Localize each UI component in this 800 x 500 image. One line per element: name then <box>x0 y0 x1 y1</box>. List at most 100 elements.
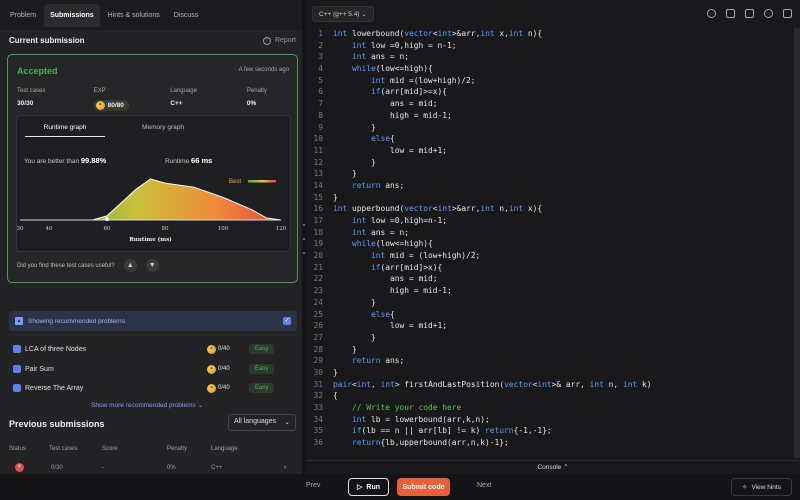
problem-name[interactable]: LCA of three Nodes <box>25 346 207 353</box>
code-line[interactable]: 10 else{ <box>306 133 800 145</box>
code-line[interactable]: 11 low = mid+1; <box>306 145 800 157</box>
code-line[interactable]: 15} <box>306 192 800 204</box>
code-line[interactable]: 18 int ans = n; <box>306 227 800 239</box>
code-line[interactable]: 6 if(arr[mid]>=x){ <box>306 86 800 98</box>
code-line[interactable]: 9 } <box>306 122 800 134</box>
code-line[interactable]: 2 int low =0,high = n-1; <box>306 40 800 52</box>
line-number: 29 <box>313 356 323 366</box>
report-button[interactable]: ! Report <box>262 36 296 45</box>
stat-label: EXP <box>93 88 106 94</box>
refresh-icon[interactable] <box>726 9 735 18</box>
problem-name[interactable]: Reverse The Array <box>25 385 207 392</box>
recommended-item[interactable]: Pair Sum ✦ 0/40 Easy <box>13 362 293 376</box>
col-penalty: Penalty <box>167 446 188 452</box>
prev-button[interactable]: Prev <box>306 482 320 489</box>
code-line[interactable]: 7 ans = mid; <box>306 98 800 110</box>
code-line[interactable]: 34 int lb = lowerbound(arr,k,n); <box>306 414 800 426</box>
code-line[interactable]: 14 return ans; <box>306 180 800 192</box>
code-line[interactable]: 4 while(low<=high){ <box>306 63 800 75</box>
timer-icon[interactable] <box>707 9 716 18</box>
fullscreen-icon[interactable] <box>783 9 792 18</box>
editor-actions <box>707 9 792 18</box>
code-line[interactable]: 22 ans = mid; <box>306 273 800 285</box>
tab-runtime-graph[interactable]: Runtime graph <box>25 124 105 137</box>
tab-problem[interactable]: Problem <box>4 4 42 27</box>
code-line[interactable]: 33 // Write your code here <box>306 402 800 414</box>
problem-score: ✦ 0/40 <box>207 383 249 393</box>
tab-submissions[interactable]: Submissions <box>44 3 100 27</box>
code-line[interactable]: 5 int mid =(low+high)/2; <box>306 75 800 87</box>
code-line[interactable]: 1 int lowerbound(vector<int>&arr,int x,in… <box>306 28 800 40</box>
code-text: int mid =(low+high)/2; <box>371 75 476 85</box>
code-line[interactable]: 36 return{lb,upperbound(arr,n,k)-1}; <box>306 437 800 449</box>
thumbs-down-icon[interactable]: ▼ <box>145 259 159 272</box>
console-toggle[interactable]: Console ⌃ <box>306 460 800 474</box>
code-line[interactable]: 32 { <box>306 390 800 402</box>
code-line[interactable]: 20 int mid = (low+high)/2; <box>306 250 800 262</box>
run-button[interactable]: ▷ Run <box>348 478 389 496</box>
code-line[interactable]: 16 int upperbound(vector<int>&arr,int n,i… <box>306 203 800 215</box>
difficulty-badge: Easy <box>249 383 275 393</box>
stat-label: Language <box>170 88 197 94</box>
code-line[interactable]: 8 high = mid-1; <box>306 110 800 122</box>
chevron-down-icon: ⌄ <box>284 419 290 426</box>
code-line[interactable]: 13 } <box>306 168 800 180</box>
editor-toolbar: C++ (g++ 5.4) ⌄ <box>306 0 800 28</box>
code-editor[interactable]: 1 int lowerbound(vector<int>&arr,int x,in… <box>306 28 800 460</box>
code-line[interactable]: 35 if(lb == n || arr[lb] != k) return{-1… <box>306 425 800 437</box>
submit-label: Submit code <box>402 483 445 491</box>
recommended-item[interactable]: LCA of three Nodes ✦ 0/40 Easy <box>13 342 293 356</box>
score-value: 0/40 <box>218 346 230 352</box>
difficulty-badge: Easy <box>249 344 275 354</box>
code-line[interactable]: 27 } <box>306 332 800 344</box>
code-line[interactable]: 21 if(arr[mid]>x){ <box>306 262 800 274</box>
tab-memory-graph[interactable]: Memory graph <box>123 124 203 137</box>
chevron-right-icon[interactable]: › <box>284 465 286 471</box>
code-line[interactable]: 3 int ans = n; <box>306 51 800 63</box>
code-text: int ans = n; <box>352 227 410 237</box>
code-line[interactable]: 31 pair<int, int> firstAndLastPosition(ve… <box>306 379 800 391</box>
code-line[interactable]: 19 while(low<=high){ <box>306 238 800 250</box>
tab-hints-solutions[interactable]: Hints & solutions <box>102 4 166 27</box>
code-text: } <box>333 332 376 342</box>
language-filter-select[interactable]: All languages ⌄ <box>228 414 296 431</box>
language-select[interactable]: C++ (g++ 5.4) ⌄ <box>312 6 374 22</box>
code-text: int low =0,high = n-1; <box>352 40 457 50</box>
code-line[interactable]: 30} <box>306 367 800 379</box>
tab-discuss[interactable]: Discuss <box>168 4 205 27</box>
checkbox-icon[interactable]: ✓ <box>283 317 291 325</box>
code-line[interactable]: 24 } <box>306 297 800 309</box>
view-hints-button[interactable]: ✧ View hints <box>731 478 792 496</box>
line-number: 17 <box>313 216 323 225</box>
current-submission-title: Current submission <box>9 36 85 45</box>
recommended-banner[interactable]: ▲ Showing recommended problems ✓ <box>9 311 297 331</box>
problem-name[interactable]: Pair Sum <box>25 366 207 373</box>
submit-button[interactable]: Submit code <box>397 478 450 496</box>
code-text: low = mid+1; <box>333 321 448 331</box>
code-line[interactable]: 29 return ans; <box>306 355 800 367</box>
gear-icon[interactable] <box>764 9 773 18</box>
chevron-down-icon: ⌄ <box>361 11 367 18</box>
line-number: 21 <box>313 262 323 272</box>
recommended-item[interactable]: Reverse The Array ✦ 0/40 Easy <box>13 381 293 395</box>
show-more-recommended[interactable]: Show more recommended problems ⌄ <box>91 401 203 409</box>
line-number: 33 <box>313 403 323 412</box>
x-axis-label: Runtime (ms) <box>129 236 172 243</box>
code-line[interactable]: 17 int low =0,high=n-1; <box>306 215 800 227</box>
graph-tabs: Runtime graph Memory graph <box>25 124 203 137</box>
code-line[interactable]: 23 high = mid-1; <box>306 285 800 297</box>
thumbs-up-icon[interactable]: ▲ <box>123 259 137 272</box>
code-text: ans = mid; <box>333 274 438 284</box>
next-button[interactable]: Next <box>477 482 491 489</box>
code-text: if(lb == n || arr[lb] != k) return{-1,-1… <box>352 426 552 436</box>
copy-icon[interactable] <box>745 9 754 18</box>
line-number: 31 <box>313 379 323 389</box>
stat-value: C++ <box>170 100 183 107</box>
code-line[interactable]: 26 low = mid+1; <box>306 320 800 332</box>
coin-icon: ✦ <box>207 383 216 393</box>
code-line[interactable]: 12 } <box>306 157 800 169</box>
code-text: int low =0,high=n-1; <box>352 216 448 225</box>
code-line[interactable]: 25 else{ <box>306 309 800 321</box>
code-line[interactable]: 28 } <box>306 344 800 356</box>
stat-exp: EXP ✦ 80/80 <box>93 88 171 111</box>
